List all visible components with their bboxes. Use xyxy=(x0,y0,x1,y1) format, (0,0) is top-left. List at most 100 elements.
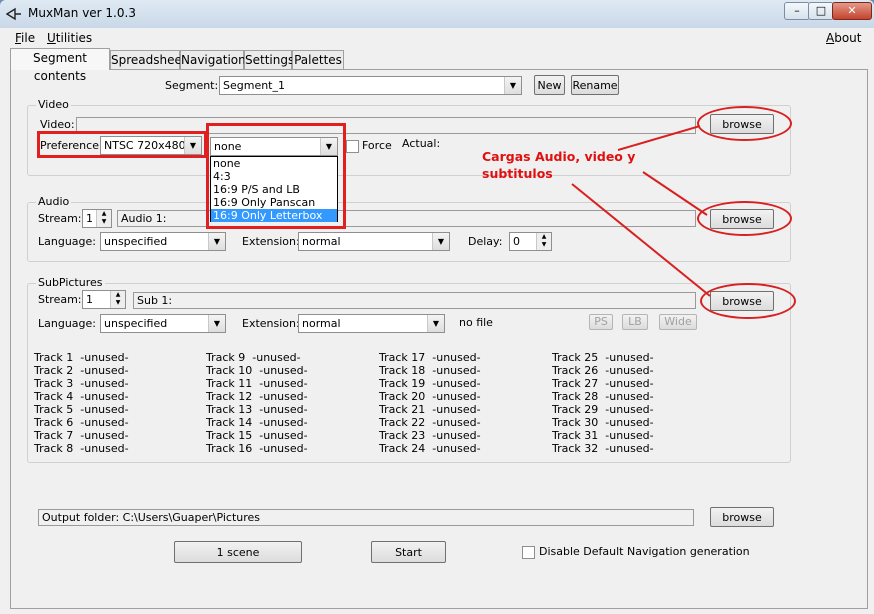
track-item: Track 4 -unused- xyxy=(34,390,129,403)
track-item: Track 21 -unused- xyxy=(379,403,481,416)
chevron-down-icon: ▼ xyxy=(208,233,225,250)
track-item: Track 13 -unused- xyxy=(206,403,308,416)
output-browse-button[interactable]: browse xyxy=(710,507,774,527)
lb-button[interactable]: LB xyxy=(622,314,648,330)
menu-file[interactable]: File xyxy=(15,31,35,45)
sub-language-value: unspecified xyxy=(104,317,168,330)
audio-stream-value: 1 xyxy=(86,212,93,225)
sub-stream-spinner[interactable]: 1 ▲ ▼ xyxy=(82,290,126,309)
audio-file-label: Audio 1: xyxy=(121,212,167,225)
tab-segment-contents[interactable]: Segment contents xyxy=(10,48,110,83)
track-item: Track 7 -unused- xyxy=(34,429,129,442)
force-checkbox[interactable] xyxy=(346,140,359,153)
subpictures-group-title: SubPictures xyxy=(36,276,105,289)
track-item: Track 23 -unused- xyxy=(379,429,481,442)
audio-stream-spinner[interactable]: 1 ▲ ▼ xyxy=(82,209,112,228)
disable-navigation-checkbox[interactable] xyxy=(522,546,535,559)
menu-utilities[interactable]: Utilities xyxy=(47,31,92,45)
title-bar[interactable]: MuxMan ver 1.0.3 – □ ✕ xyxy=(0,0,874,29)
sub-stream-label: Stream: xyxy=(38,293,82,306)
tab-palettes[interactable]: Palettes xyxy=(292,50,344,69)
sub-file-field: Sub 1: xyxy=(133,292,696,309)
actual-label: Actual: xyxy=(402,137,441,150)
sub-extension-value: normal xyxy=(302,317,341,330)
rename-segment-button[interactable]: Rename xyxy=(571,75,619,95)
menu-bar: File Utilities About xyxy=(0,28,874,48)
track-item: Track 15 -unused- xyxy=(206,429,308,442)
track-item: Track 25 -unused- xyxy=(552,351,654,364)
audio-stream-label: Stream: xyxy=(38,212,82,225)
track-item: Track 30 -unused- xyxy=(552,416,654,429)
segment-value: Segment_1 xyxy=(223,79,285,92)
audio-extension-select[interactable]: normal ▼ xyxy=(298,232,450,251)
sub-language-label: Language: xyxy=(38,317,96,330)
spinner-arrows-icon[interactable]: ▲ ▼ xyxy=(536,233,551,250)
scene-button[interactable]: 1 scene xyxy=(174,541,302,563)
chevron-down-icon: ▼ xyxy=(504,77,521,94)
track-item: Track 31 -unused- xyxy=(552,429,654,442)
track-item: Track 32 -unused- xyxy=(552,442,654,455)
audio-group-title: Audio xyxy=(36,195,72,208)
output-folder-label: Output folder: C:\Users\Guaper\Pictures xyxy=(42,511,261,524)
ps-button[interactable]: PS xyxy=(589,314,613,330)
track-item: Track 8 -unused- xyxy=(34,442,129,455)
delay-spinner[interactable]: 0 ▲ ▼ xyxy=(509,232,552,251)
track-item: Track 5 -unused- xyxy=(34,403,129,416)
sub-file-label: Sub 1: xyxy=(137,294,173,307)
track-item: Track 18 -unused- xyxy=(379,364,481,377)
track-item: Track 6 -unused- xyxy=(34,416,129,429)
audio-language-label: Language: xyxy=(38,235,96,248)
minimize-button[interactable]: – xyxy=(784,2,810,20)
video-browse-highlight xyxy=(697,106,792,141)
preference-highlight-box xyxy=(37,131,207,158)
track-item: Track 1 -unused- xyxy=(34,351,129,364)
delay-value: 0 xyxy=(513,235,520,248)
track-item: Track 22 -unused- xyxy=(379,416,481,429)
new-segment-button[interactable]: New xyxy=(534,75,565,95)
tab-settings[interactable]: Settings xyxy=(244,50,294,69)
close-button[interactable]: ✕ xyxy=(832,2,872,20)
chevron-down-icon: ▼ xyxy=(432,233,449,250)
chevron-down-icon: ▼ xyxy=(208,315,225,332)
audio-extension-value: normal xyxy=(302,235,341,248)
delay-label: Delay: xyxy=(468,235,503,248)
audio-language-select[interactable]: unspecified ▼ xyxy=(100,232,226,251)
sub-stream-value: 1 xyxy=(86,293,93,306)
track-item: Track 11 -unused- xyxy=(206,377,308,390)
video-file-label: Video: xyxy=(40,118,75,131)
menu-about[interactable]: About xyxy=(826,31,862,45)
track-item: Track 29 -unused- xyxy=(552,403,654,416)
spinner-arrows-icon[interactable]: ▲ ▼ xyxy=(110,291,125,308)
audio-language-value: unspecified xyxy=(104,235,168,248)
track-item: Track 20 -unused- xyxy=(379,390,481,403)
annotation-text: Cargas Audio, video y subtitulos xyxy=(482,149,636,181)
track-item: Track 3 -unused- xyxy=(34,377,129,390)
sub-language-select[interactable]: unspecified ▼ xyxy=(100,314,226,333)
maximize-button[interactable]: □ xyxy=(808,2,834,20)
app-icon xyxy=(6,7,21,21)
track-item: Track 9 -unused- xyxy=(206,351,301,364)
audio-browse-highlight xyxy=(697,201,792,236)
wide-button[interactable]: Wide xyxy=(659,314,697,330)
output-folder-field: Output folder: C:\Users\Guaper\Pictures xyxy=(38,509,694,526)
start-button[interactable]: Start xyxy=(371,541,446,563)
chevron-down-icon: ▼ xyxy=(427,315,444,332)
sub-browse-highlight xyxy=(700,283,796,319)
track-item: Track 24 -unused- xyxy=(379,442,481,455)
segment-label: Segment: xyxy=(165,79,219,92)
segment-select[interactable]: Segment_1 ▼ xyxy=(219,76,522,95)
track-item: Track 12 -unused- xyxy=(206,390,308,403)
sub-status-label: no file xyxy=(459,316,493,329)
audio-extension-label: Extension: xyxy=(242,235,300,248)
mode-highlight-box xyxy=(206,123,346,229)
track-item: Track 10 -unused- xyxy=(206,364,308,377)
tab-navigation[interactable]: Navigation xyxy=(180,50,246,69)
audio-file-field: Audio 1: xyxy=(117,210,696,227)
sub-extension-label: Extension: xyxy=(242,317,300,330)
spinner-arrows-icon[interactable]: ▲ ▼ xyxy=(96,210,111,227)
force-label: Force xyxy=(362,139,392,152)
sub-extension-select[interactable]: normal ▼ xyxy=(298,314,445,333)
track-item: Track 16 -unused- xyxy=(206,442,308,455)
tab-spreadsheet[interactable]: Spreadsheet xyxy=(110,50,187,69)
track-item: Track 2 -unused- xyxy=(34,364,129,377)
